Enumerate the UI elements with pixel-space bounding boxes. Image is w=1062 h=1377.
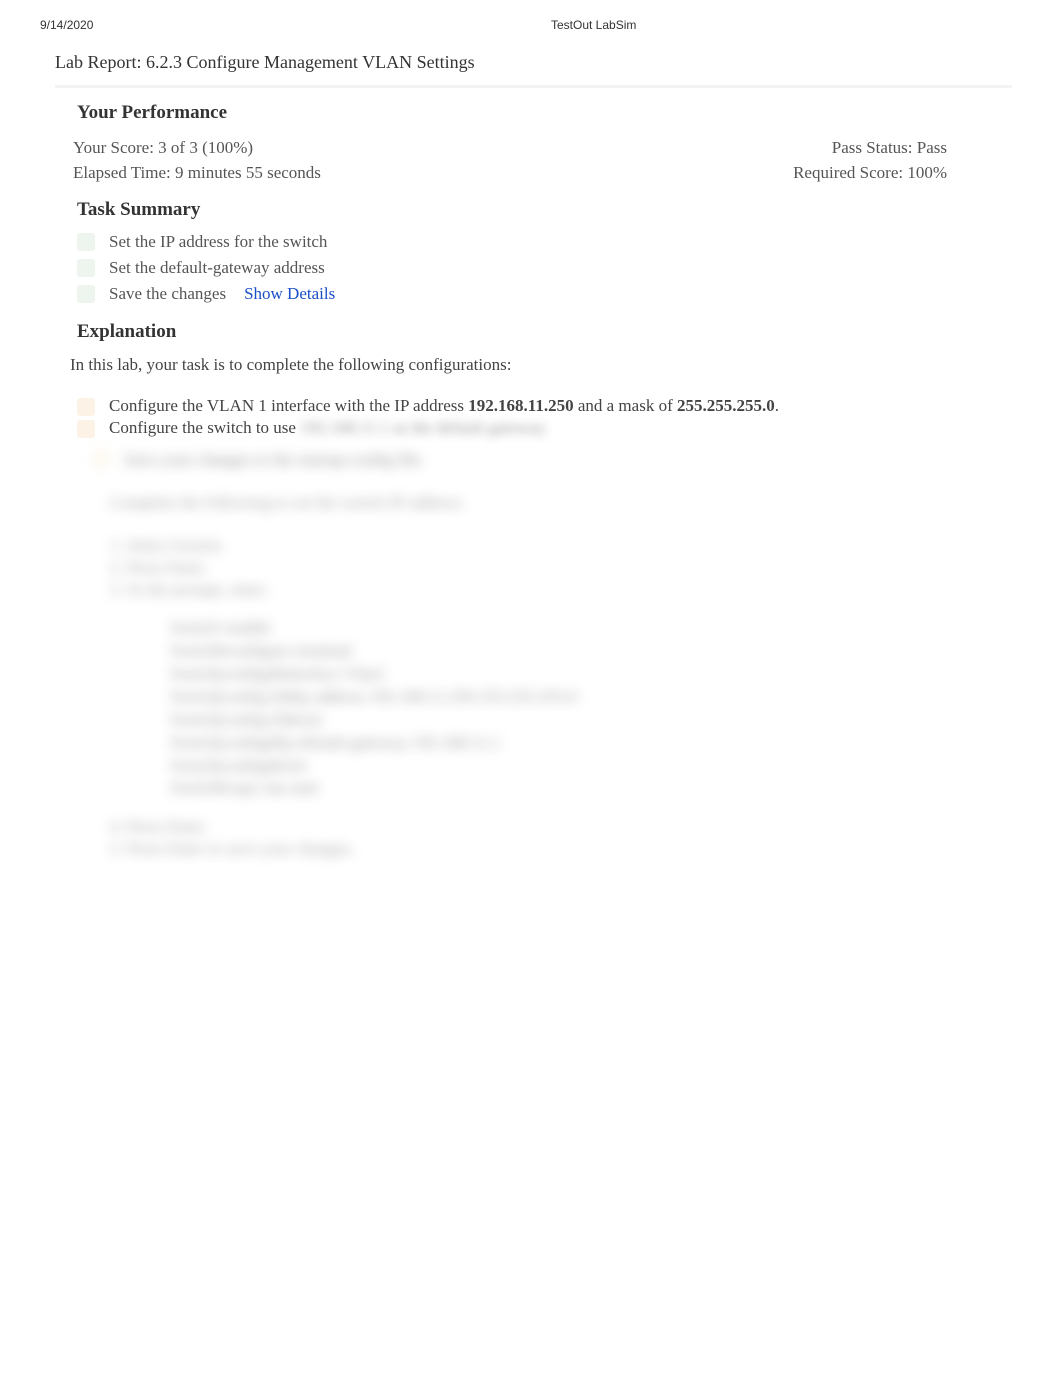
config-item: Configure the VLAN 1 interface with the … — [77, 395, 1007, 417]
score-right: Pass Status: Pass Required Score: 100% — [793, 136, 1007, 185]
check-icon — [77, 233, 95, 251]
header-app-title: TestOut LabSim — [511, 18, 1022, 32]
pass-status: Pass Status: Pass — [793, 136, 947, 161]
task-label: Set the default-gateway address — [109, 258, 325, 278]
task-label: Save the changes — [109, 284, 226, 304]
content-area: Your Performance Your Score: 3 of 3 (100… — [0, 88, 1062, 860]
explanation-heading: Explanation — [55, 307, 1007, 347]
task-item: Save the changes Show Details — [77, 281, 1007, 307]
score-block: Your Score: 3 of 3 (100%) Elapsed Time: … — [55, 128, 1007, 185]
config-item: Save your changes to the startup-config … — [70, 449, 1007, 471]
task-label: Set the IP address for the switch — [109, 232, 327, 252]
show-details-link[interactable]: Show Details — [244, 284, 335, 304]
bullet-icon — [77, 420, 95, 438]
blurred-content: Save your changes to the startup-config … — [55, 439, 1007, 860]
header-date: 9/14/2020 — [40, 18, 511, 32]
report-title: Lab Report: 6.2.3 Configure Management V… — [0, 40, 1062, 81]
task-summary-heading: Task Summary — [55, 185, 1007, 225]
task-item: Set the IP address for the switch — [77, 229, 1007, 255]
config-item: Configure the switch to use 192.168.11.1… — [77, 417, 1007, 439]
bullet-icon — [92, 450, 110, 468]
config-list: Configure the VLAN 1 interface with the … — [55, 377, 1007, 439]
elapsed-time: Elapsed Time: 9 minutes 55 seconds — [73, 161, 793, 186]
your-score: Your Score: 3 of 3 (100%) — [73, 136, 793, 161]
check-icon — [77, 259, 95, 277]
task-item: Set the default-gateway address — [77, 255, 1007, 281]
explanation-intro: In this lab, your task is to complete th… — [55, 347, 1007, 377]
task-list: Set the IP address for the switch Set th… — [55, 225, 1007, 307]
bullet-icon — [77, 398, 95, 416]
check-icon — [77, 285, 95, 303]
score-left: Your Score: 3 of 3 (100%) Elapsed Time: … — [73, 136, 793, 185]
page-header: 9/14/2020 TestOut LabSim — [0, 0, 1062, 40]
blurred-steps: 1. Select Switch. 2. Press Enter. 3. At … — [70, 517, 1007, 601]
required-score: Required Score: 100% — [793, 161, 947, 186]
blurred-intro: Complete the following to set the switch… — [70, 471, 1007, 517]
config-text: Configure the switch to use 192.168.11.1… — [109, 418, 1007, 438]
blurred-bottom-steps: 4. Press Enter. 5. Press Enter to save y… — [70, 800, 1007, 860]
blurred-code-block: Switch>enable Switch#configure terminal … — [70, 601, 1007, 801]
config-text: Configure the VLAN 1 interface with the … — [109, 396, 1007, 416]
performance-heading: Your Performance — [55, 88, 1007, 128]
